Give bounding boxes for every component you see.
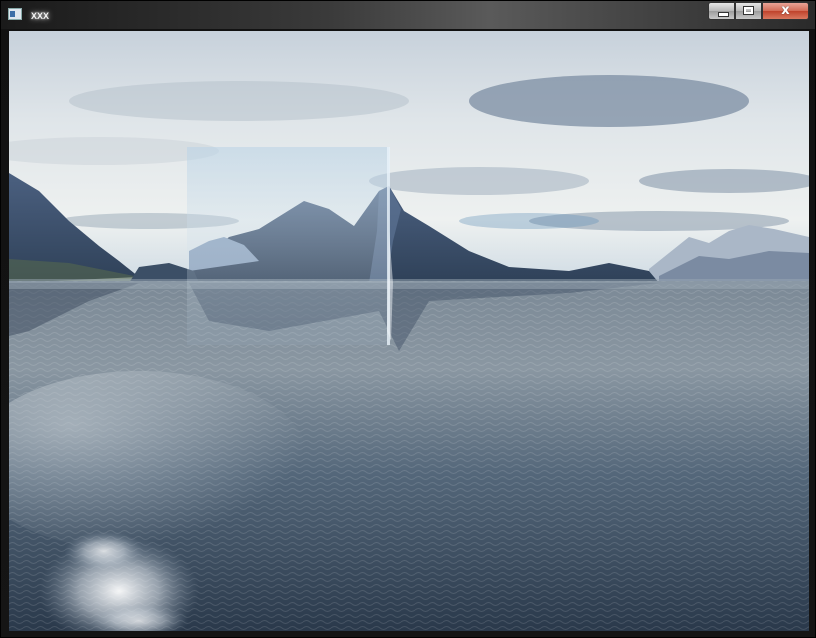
app-window-icon[interactable] — [8, 8, 22, 20]
minimize-icon — [718, 12, 729, 17]
close-button[interactable]: x — [762, 2, 809, 20]
minimize-button[interactable] — [708, 2, 735, 20]
maximize-button[interactable] — [735, 2, 762, 20]
render-viewport[interactable] — [9, 31, 809, 631]
application-window: xxx x — [0, 0, 816, 638]
caption-buttons: x — [708, 2, 809, 20]
title-bar[interactable]: xxx x — [1, 1, 815, 29]
maximize-icon — [743, 6, 754, 15]
scene-canvas — [9, 31, 809, 631]
window-title: xxx — [31, 8, 49, 22]
reflection-panel — [187, 147, 389, 345]
close-icon: x — [781, 3, 790, 18]
